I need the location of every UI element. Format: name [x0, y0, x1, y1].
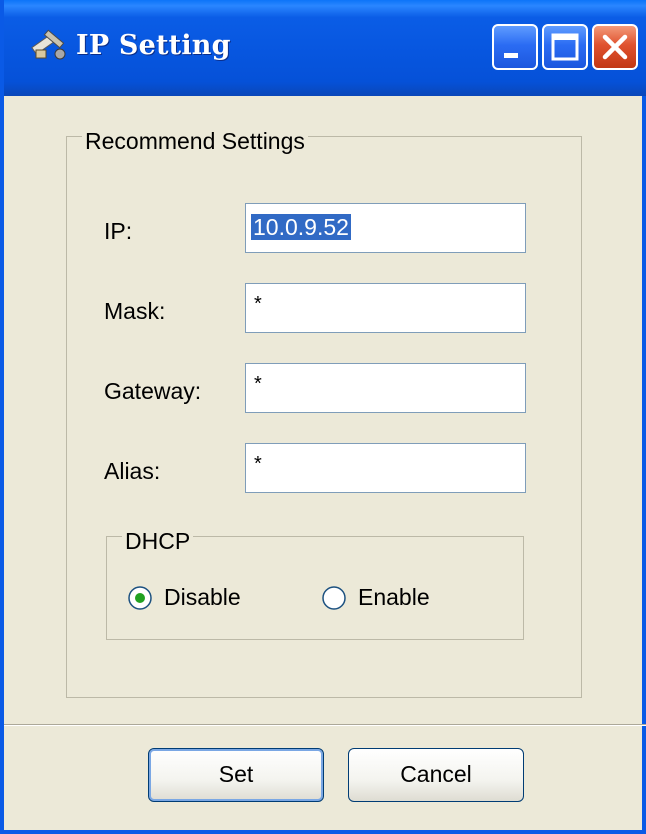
cancel-button[interactable]: Cancel — [348, 748, 524, 802]
dhcp-enable-radio[interactable]: Enable — [320, 582, 460, 612]
ip-setting-dialog: IP Setting Recommend Settings IP: 10.0.9… — [0, 0, 646, 834]
dhcp-label: DHCP — [122, 528, 194, 554]
gateway-label: Gateway: — [104, 378, 202, 404]
minimize-button[interactable] — [492, 24, 538, 70]
title-bar[interactable]: IP Setting — [4, 0, 646, 96]
dhcp-disable-label: Disable — [164, 584, 241, 610]
recommend-settings-label: Recommend Settings — [82, 128, 308, 154]
radio-unchecked-icon — [322, 586, 346, 610]
alias-field[interactable]: * — [245, 443, 526, 493]
dhcp-enable-label: Enable — [358, 584, 430, 610]
window-title: IP Setting — [76, 30, 231, 61]
radio-checked-icon — [128, 586, 152, 610]
ip-value: 10.0.9.52 — [251, 214, 351, 240]
ip-label: IP: — [104, 218, 133, 244]
alias-value: * — [254, 453, 262, 475]
mask-label: Mask: — [104, 298, 166, 324]
maximize-icon — [551, 33, 579, 61]
minimize-icon — [504, 53, 518, 58]
set-button[interactable]: Set — [148, 748, 324, 802]
footer-divider-highlight — [4, 725, 646, 726]
mask-field[interactable]: * — [245, 283, 526, 333]
tools-icon — [31, 29, 66, 60]
gateway-field[interactable]: * — [245, 363, 526, 413]
dhcp-disable-radio[interactable]: Disable — [126, 582, 266, 612]
ip-field[interactable]: 10.0.9.52 — [245, 203, 526, 253]
close-button[interactable] — [592, 24, 638, 70]
maximize-button[interactable] — [542, 24, 588, 70]
gateway-value: * — [254, 373, 262, 395]
mask-value: * — [254, 293, 262, 315]
close-icon — [602, 34, 628, 60]
alias-label: Alias: — [104, 458, 161, 484]
